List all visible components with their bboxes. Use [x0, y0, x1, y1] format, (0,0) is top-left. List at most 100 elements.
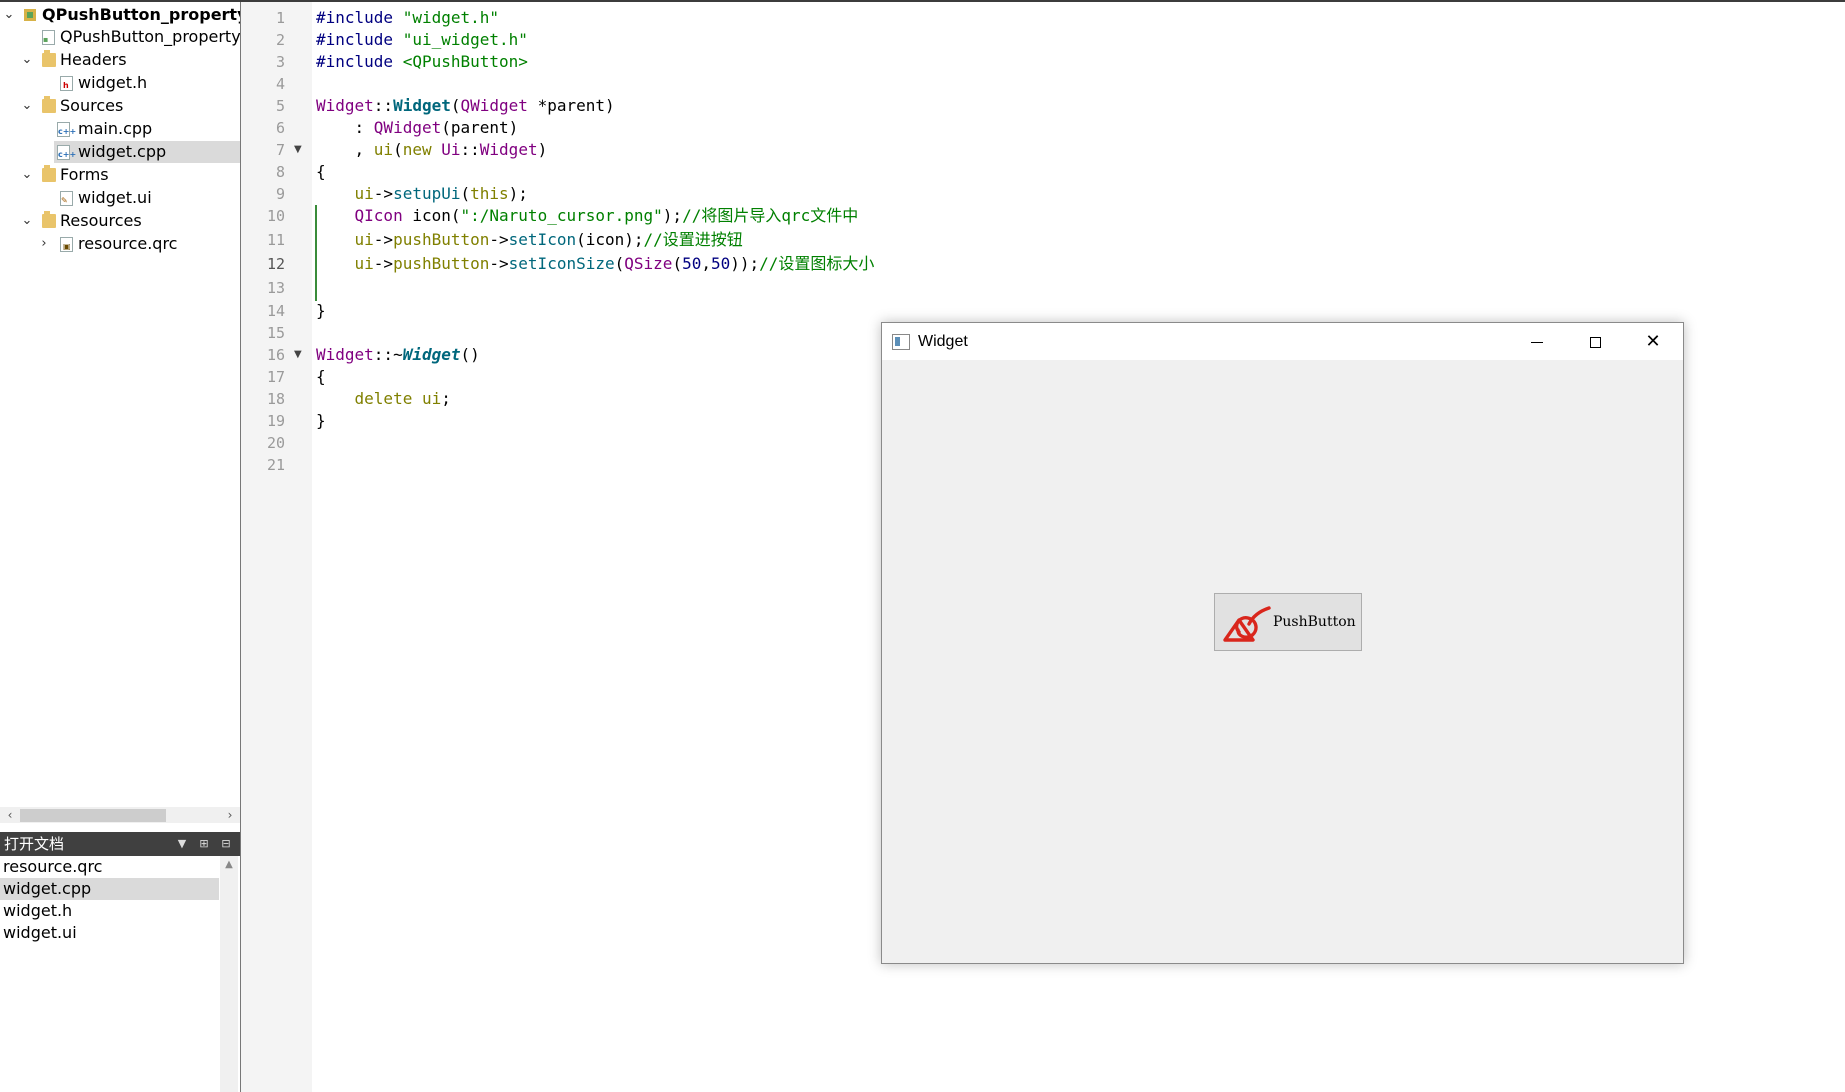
tree-item-label: Forms: [60, 165, 109, 184]
token: 50: [682, 254, 702, 273]
header-file-icon: h: [60, 76, 73, 91]
fold-marker-icon[interactable]: ▼: [294, 139, 306, 161]
token: "ui_widget.h": [393, 30, 528, 49]
window-title: Widget: [918, 333, 968, 350]
fold-marker-icon[interactable]: ▼: [294, 344, 306, 366]
token: ui: [354, 254, 374, 273]
line-number: 11: [266, 231, 285, 249]
token: ->: [489, 254, 509, 273]
open-documents-list[interactable]: resource.qrc widget.cpp widget.h widget.…: [0, 856, 240, 1092]
tree-item-sources[interactable]: ⌄ Sources: [0, 95, 240, 117]
tree-item-widget-cpp[interactable]: c++ widget.cpp: [54, 141, 240, 163]
widget-window[interactable]: Widget ✕ PushButton: [881, 322, 1684, 964]
chevron-down-icon[interactable]: ⌄: [20, 95, 34, 117]
tree-item-resource-qrc[interactable]: › ▣ resource.qrc: [0, 233, 240, 255]
chevron-down-icon[interactable]: ⌄: [2, 4, 16, 26]
window-titlebar[interactable]: Widget ✕: [882, 323, 1683, 360]
token: ui: [373, 140, 394, 159]
token: //将图片导入qrc文件中: [682, 206, 859, 225]
split-icon[interactable]: ⊞: [194, 832, 214, 856]
token: Widget: [402, 345, 461, 364]
chevron-down-icon[interactable]: ⌄: [20, 164, 34, 186]
token: ): [605, 96, 615, 115]
tree-item-project[interactable]: ⌄ QPushButton_property_icon: [0, 4, 240, 26]
token: ): [537, 140, 548, 159]
scrollbar-thumb[interactable]: [20, 809, 166, 822]
line-number: 20: [266, 434, 285, 452]
open-doc-item[interactable]: widget.h: [0, 900, 219, 922]
token: ));: [730, 254, 760, 273]
code-line-16: Widget::~Widget(): [316, 344, 480, 366]
line-number: 15: [266, 324, 285, 342]
folder-icon: [42, 96, 56, 113]
folder-icon: [42, 50, 56, 67]
token: "widget.h": [393, 8, 500, 27]
tree-item-widget-ui[interactable]: ✎ widget.ui: [0, 187, 240, 209]
token: //设置图标大小: [759, 254, 875, 273]
tree-item-widget-h[interactable]: h widget.h: [0, 72, 240, 94]
naruto-leaf-icon: [1223, 606, 1271, 642]
close-panel-icon[interactable]: ⊟: [216, 832, 236, 856]
dropdown-arrow-icon[interactable]: ▼: [172, 832, 192, 856]
tree-horizontal-scrollbar[interactable]: ‹ ›: [0, 807, 240, 823]
line-number: 10: [266, 207, 285, 225]
token: ->: [373, 254, 394, 273]
token: ;: [441, 389, 451, 408]
token: #include: [316, 52, 394, 71]
scroll-up-icon[interactable]: ▲: [220, 856, 238, 874]
tree-item-main-cpp[interactable]: c++ main.cpp: [0, 118, 240, 140]
token: QSize: [624, 254, 673, 273]
chevron-down-icon[interactable]: ⌄: [20, 210, 34, 232]
tree-item-label: QPushButton_property_icon.pro: [60, 27, 240, 46]
tree-item-label: Resources: [60, 211, 142, 230]
open-doc-item[interactable]: widget.cpp: [0, 878, 219, 900]
maximize-button[interactable]: [1566, 323, 1624, 360]
close-button[interactable]: ✕: [1624, 323, 1682, 360]
code-line-18: delete ui;: [316, 388, 451, 410]
leaf-tail: [1247, 606, 1271, 626]
minimize-button[interactable]: [1508, 323, 1566, 360]
tree-item-pro-file[interactable]: ▪ QPushButton_property_icon.pro: [0, 26, 240, 48]
token: ":/Naruto_cursor.png": [460, 206, 663, 225]
open-doc-item[interactable]: resource.qrc: [0, 856, 219, 878]
token: (: [450, 96, 461, 115]
token: );: [508, 184, 528, 203]
ui-file-icon: ✎: [60, 191, 73, 206]
tree-item-headers[interactable]: ⌄ Headers: [0, 49, 240, 71]
project-icon: [24, 9, 36, 21]
tree-item-label: resource.qrc: [78, 234, 178, 253]
token: setIcon: [508, 230, 577, 249]
open-docs-vertical-scrollbar[interactable]: ▲: [220, 856, 238, 1092]
tree-item-forms[interactable]: ⌄ Forms: [0, 164, 240, 186]
code-line-17: {: [316, 367, 326, 386]
line-number: 21: [266, 456, 285, 474]
chevron-right-icon[interactable]: ›: [37, 233, 51, 255]
code-line-2: #include "ui_widget.h": [316, 29, 528, 51]
window-app-icon: [892, 334, 910, 350]
push-button[interactable]: PushButton: [1214, 593, 1362, 651]
token: pushButton: [393, 254, 490, 273]
token: (: [393, 140, 403, 159]
code-line-8: {: [316, 162, 326, 181]
token: new: [402, 140, 432, 159]
folder-icon: [42, 165, 56, 182]
token: (: [614, 254, 625, 273]
scroll-right-icon[interactable]: ›: [222, 807, 238, 823]
line-number: 19: [266, 412, 285, 430]
token: QWidget: [373, 118, 442, 137]
line-number: 5: [275, 97, 285, 115]
token: Widget: [316, 96, 374, 115]
token: pushButton: [393, 230, 490, 249]
scroll-left-icon[interactable]: ‹: [2, 807, 18, 823]
close-icon: ✕: [1645, 331, 1661, 352]
line-number-current: 12: [266, 255, 285, 273]
project-tree[interactable]: ⌄ QPushButton_property_icon ▪ QPushButto…: [0, 2, 240, 807]
token: ui: [354, 184, 374, 203]
chevron-down-icon[interactable]: ⌄: [20, 49, 34, 71]
open-doc-item[interactable]: widget.ui: [0, 922, 219, 944]
line-number: 16: [266, 346, 285, 364]
tree-item-resources[interactable]: ⌄ Resources: [0, 210, 240, 232]
